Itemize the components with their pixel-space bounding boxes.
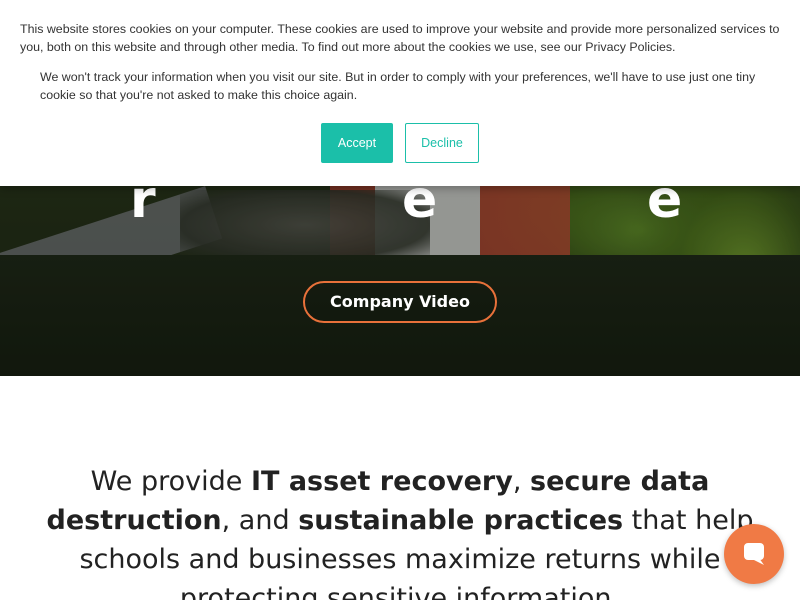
company-video-button[interactable]: Company Video [303,281,497,323]
intro-text: , and [221,505,299,536]
intro-text: , [512,466,530,497]
decline-cookies-button[interactable]: Decline [405,123,479,163]
chat-bubble-icon [744,543,764,565]
cookie-preference-text: We won't track your information when you… [40,70,756,102]
intro-highlight: sustainable practices [298,505,624,536]
chat-launcher-button[interactable] [724,524,784,584]
accept-cookies-button[interactable]: Accept [321,123,393,163]
intro-highlight: IT asset recovery [250,466,513,497]
intro-text: We provide [90,466,251,497]
intro-statement: We provide IT asset recovery, secure dat… [30,462,770,600]
cookie-consent-banner: This website stores cookies on your comp… [0,0,800,186]
cookie-notice-text: This website stores cookies on your comp… [20,22,780,54]
